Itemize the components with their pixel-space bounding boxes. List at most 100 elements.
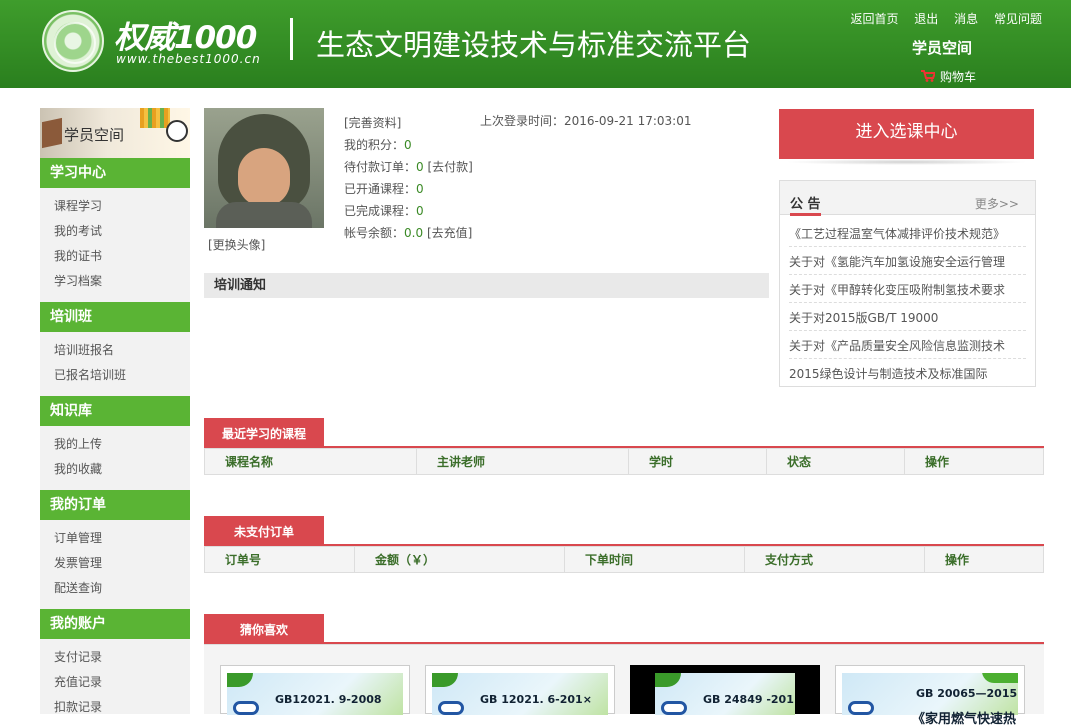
column-header: 主讲老师 [417,449,629,474]
avatar-face [238,148,290,206]
announcement-item[interactable]: 关于对2015版GB/T 19000 [789,303,1026,331]
tab-guess-you-like[interactable]: 猜你喜欢 [204,614,324,644]
sidebar-item-my-favorites[interactable]: 我的收藏 [54,457,190,482]
tab-recent-courses[interactable]: 最近学习的课程 [204,418,324,448]
leaf-decoration [982,673,1018,683]
logout-link[interactable]: 退出 [914,12,938,26]
avatar[interactable] [204,108,324,228]
pencils-icon [140,108,170,128]
cart-icon [921,70,935,82]
sidebar-item-order-manage[interactable]: 订单管理 [54,526,190,551]
standard-cover-image: GB 24849 -201× [655,673,795,715]
sidebar-item-delivery-query[interactable]: 配送查询 [54,576,190,601]
announcement-panel: 公 告 更多>> 《工艺过程温室气体减排评价技术规范》 关于对《氢能汽车加氢设施… [779,180,1036,387]
avatar-body [216,202,312,228]
standard-subtitle: 《家用燃气快速热 [912,712,1017,727]
column-header: 支付方式 [745,547,925,572]
recommendation-card[interactable]: GB 12021. 6-201× [425,665,615,715]
recommendation-card[interactable]: GB12021. 9-2008 [220,665,410,715]
logo-icon[interactable] [42,10,104,72]
leaf-decoration [227,673,253,687]
complete-profile-link[interactable]: [完善资料] [344,116,401,130]
last-login-value: 2016-09-21 17:03:01 [564,114,692,128]
sidebar-group-learning: 学习中心 [40,158,190,188]
column-header: 金额（￥） [355,547,565,572]
top-links: 返回首页 退出 消息 常见问题 [838,10,1042,27]
standard-cover-image: GB12021. 9-2008 [227,673,403,715]
announcement-more-link[interactable]: 更多>> [975,195,1019,212]
column-header: 学时 [629,449,767,474]
sidebar-item-study-records[interactable]: 学习档案 [54,269,190,294]
training-notice-title: 培训通知 [204,273,769,298]
header: 权威1000 www.thebest1000.cn 生态文明建设技术与标准交流平… [0,0,1071,88]
sidebar-group-orders: 我的订单 [40,490,190,520]
opened-value: 0 [416,182,424,196]
sidebar-item-signed-training[interactable]: 已报名培训班 [54,363,190,388]
home-link[interactable]: 返回首页 [850,12,898,26]
standard-code: GB 20065—2015 [916,687,1018,700]
platform-title: 生态文明建设技术与标准交流平台 [316,28,752,62]
recharge-link[interactable]: [去充值] [427,226,472,240]
column-header: 状态 [767,449,905,474]
last-login: 上次登录时间：2016-09-21 17:03:01 [480,112,691,129]
balance-value: 0.0 [404,226,424,240]
sidebar-banner-title: 学员空间 [64,126,125,144]
sidebar-item-training-signup[interactable]: 培训班报名 [54,338,190,363]
announcement-item[interactable]: 关于对《甲醇转化变压吸附制氢技术要求 [789,275,1026,303]
faq-link[interactable]: 常见问题 [994,12,1042,26]
key-icon [233,701,259,715]
cart-label: 购物车 [940,70,977,84]
column-header: 课程名称 [205,449,417,474]
column-header: 操作 [945,553,970,567]
key-icon [848,701,874,715]
balance-label: 帐号余额： [344,226,405,240]
pay-link[interactable]: [去付款] [427,160,472,174]
sidebar-item-deduction-records[interactable]: 扣款记录 [54,695,190,720]
sidebar-item-my-exams[interactable]: 我的考试 [54,219,190,244]
sidebar-group-account: 我的账户 [40,609,190,639]
standard-code: GB 24849 -201× [703,693,795,706]
sidebar-item-invoice-manage[interactable]: 发票管理 [54,551,190,576]
change-avatar-link[interactable]: [更换头像] [208,236,265,253]
sidebar-item-my-uploads[interactable]: 我的上传 [54,432,190,457]
recommendation-card[interactable]: GB 20065—2015 《家用燃气快速热 [835,665,1025,727]
tab-unpaid-orders[interactable]: 未支付订单 [204,516,324,546]
standard-code: GB12021. 9-2008 [275,693,382,706]
sidebar-item-course-study[interactable]: 课程学习 [54,194,190,219]
key-icon [438,701,464,715]
logo-title[interactable]: 权威1000 [114,12,257,57]
column-header: 操作 [925,455,950,469]
message-link[interactable]: 消息 [954,12,978,26]
sidebar-group-knowledge: 知识库 [40,396,190,426]
points-value: 0 [404,138,412,152]
sidebar-item-my-certificates[interactable]: 我的证书 [54,244,190,269]
button-shadow [785,159,1028,165]
done-label: 已完成课程： [344,204,417,218]
logo-divider [290,18,293,60]
sidebar-group-training: 培训班 [40,302,190,332]
student-space-link[interactable]: 学员空间 [912,37,972,58]
pending-value: 0 [416,160,424,174]
announcement-item[interactable]: 2015绿色设计与制造技术及标准国际 [789,359,1026,387]
profile-info: [完善资料] 我的积分：0 待付款订单：0 [去付款] 已开通课程：0 已完成课… [344,112,473,244]
book-icon [42,117,62,149]
done-value: 0 [416,204,424,218]
clock-icon [166,120,188,142]
enter-course-center-button[interactable]: 进入选课中心 [779,109,1034,159]
cart-link[interactable]: 购物车 [921,68,976,85]
recommendation-card[interactable]: GB 24849 -201× [630,665,820,715]
key-icon [661,701,687,715]
standard-code: GB 12021. 6-201× [480,693,592,706]
pending-label: 待付款订单： [344,160,417,174]
announcement-item[interactable]: 关于对《氢能汽车加氢设施安全运行管理 [789,247,1026,275]
sidebar-banner: 学员空间 [40,108,190,158]
unpaid-orders-table-header: 订单号 金额（￥） 下单时间 支付方式 操作 [204,546,1044,573]
opened-label: 已开通课程： [344,182,417,196]
sidebar-item-recharge-records[interactable]: 充值记录 [54,670,190,695]
logo-url: www.thebest1000.cn [116,52,261,66]
announcement-item[interactable]: 关于对《产品质量安全风险信息监测技术 [789,331,1026,359]
sidebar-item-payment-records[interactable]: 支付记录 [54,645,190,670]
announcement-item[interactable]: 《工艺过程温室气体减排评价技术规范》 [789,219,1026,247]
announcement-title: 公 告 [790,193,821,216]
leaf-decoration [432,673,458,687]
